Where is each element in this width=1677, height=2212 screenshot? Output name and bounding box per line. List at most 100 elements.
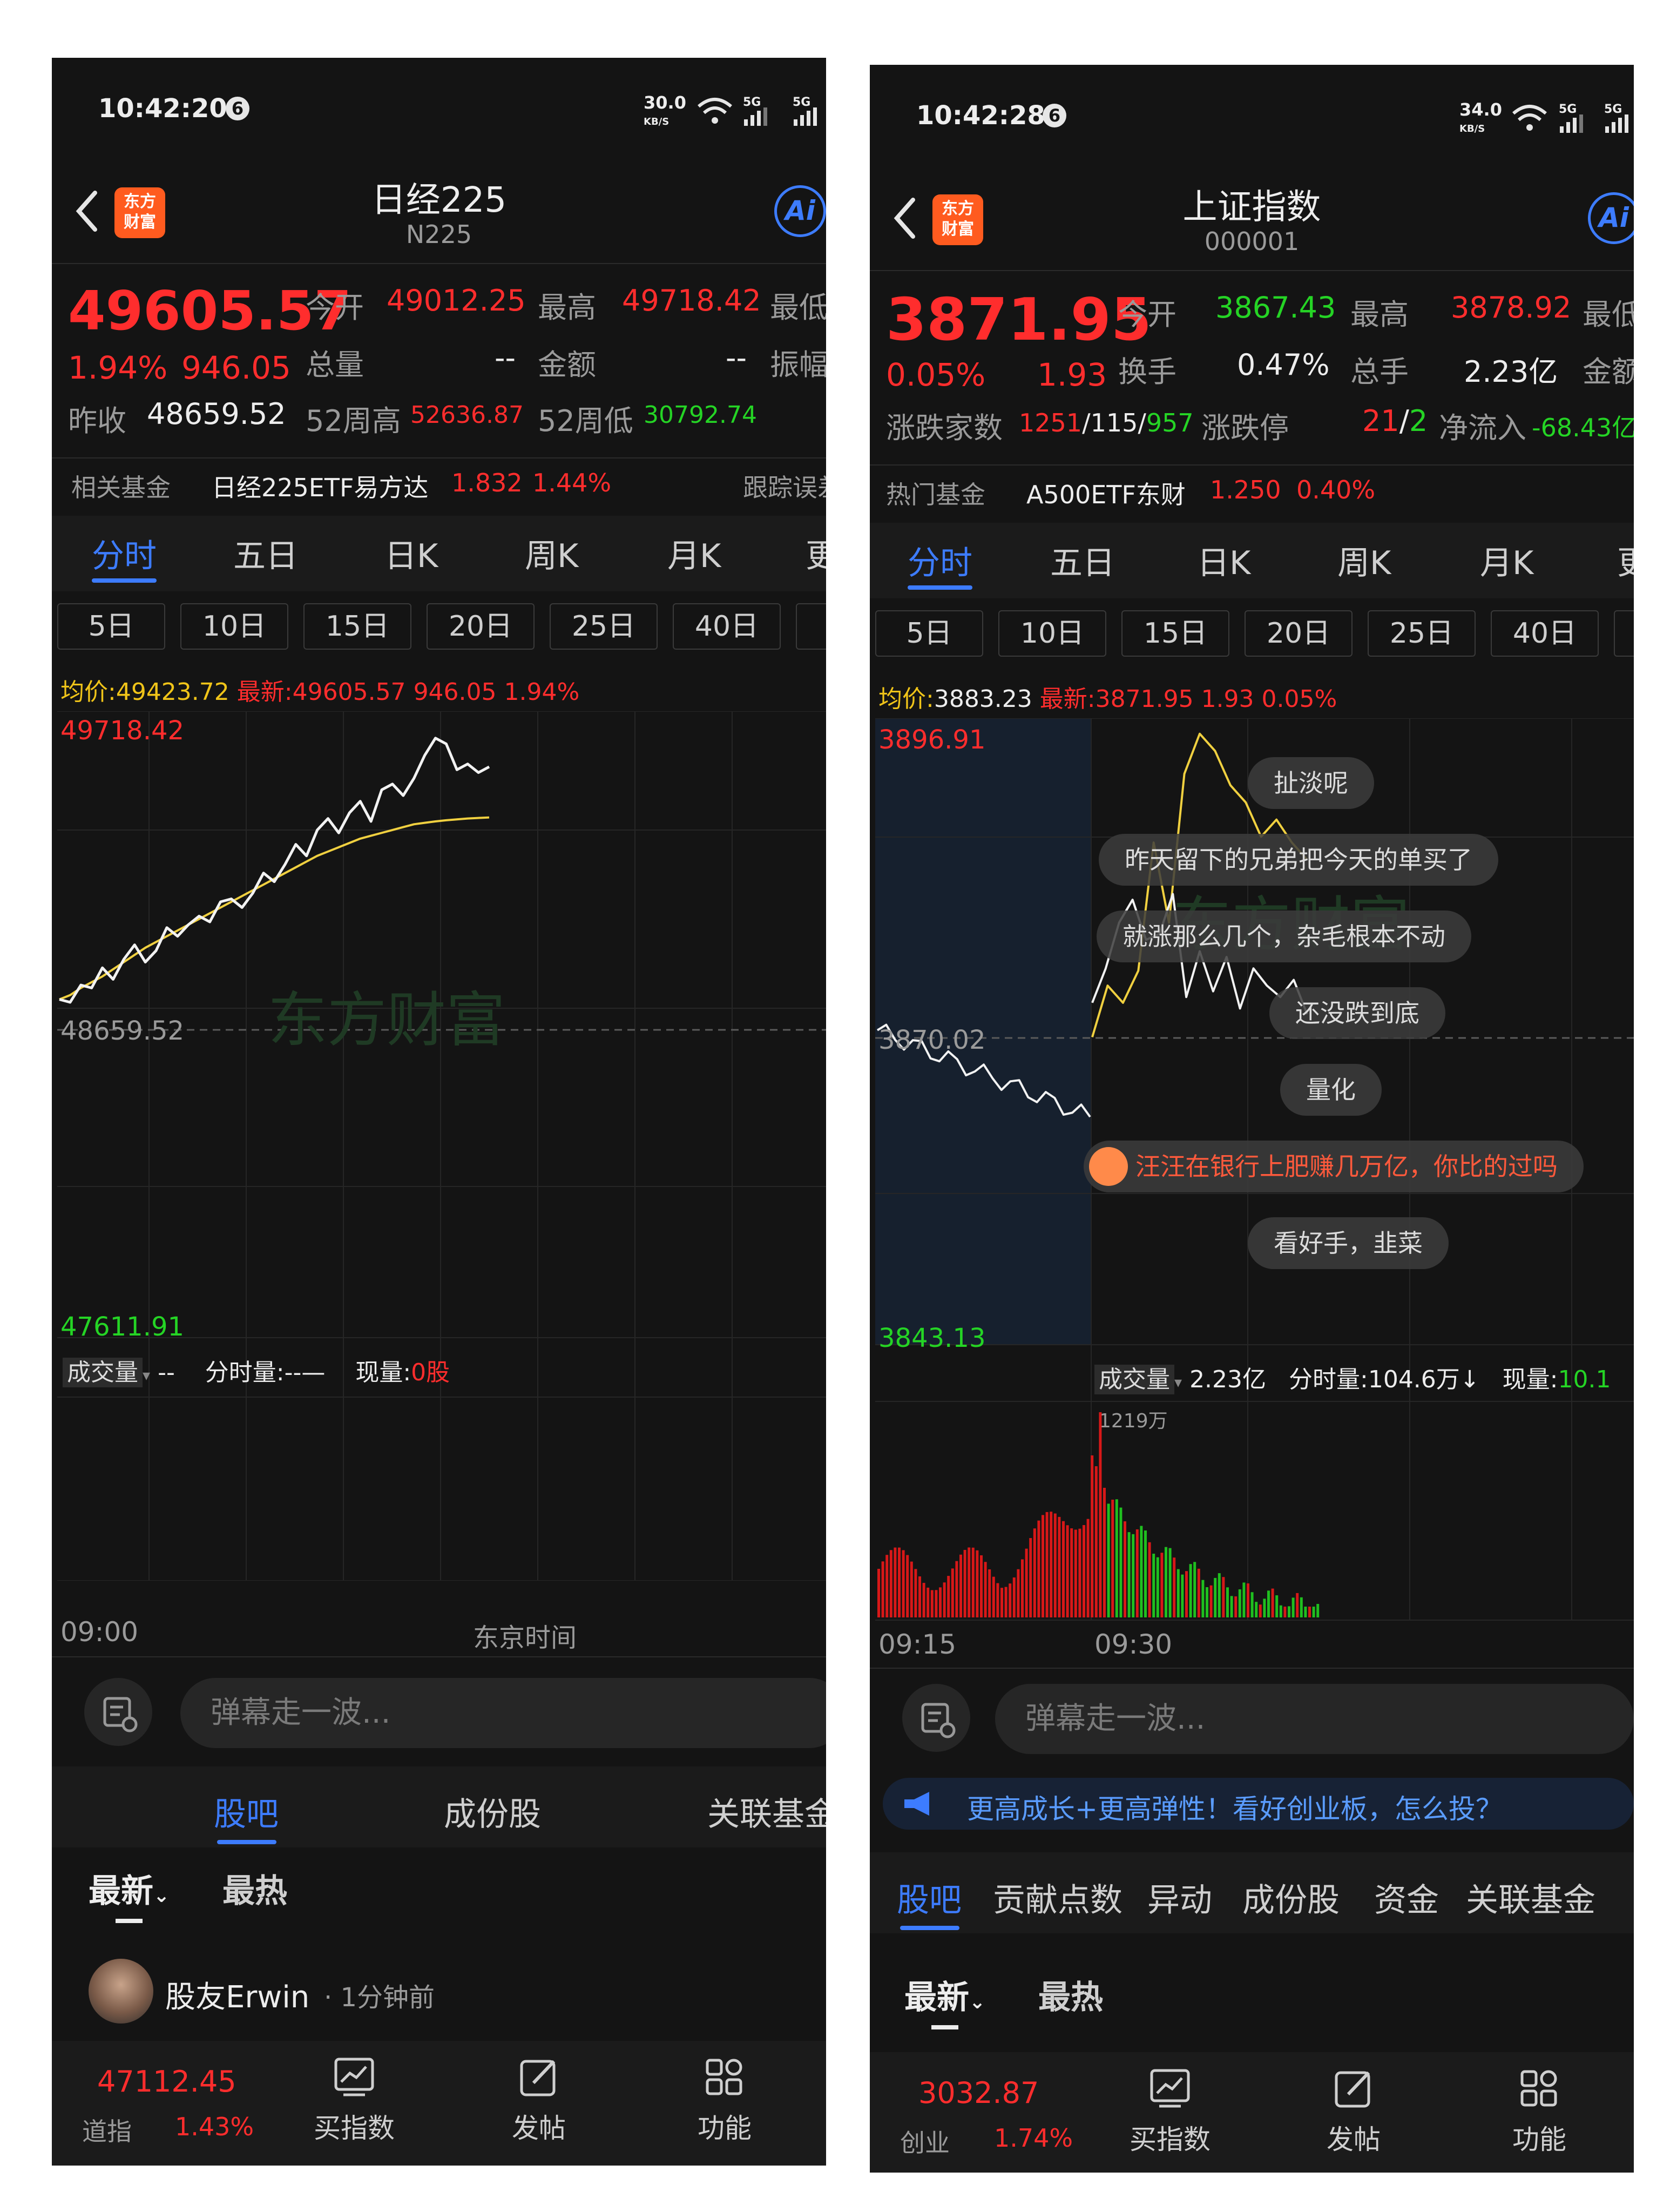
nav-functions[interactable]: 功能 xyxy=(1485,2067,1593,2157)
volume-bar xyxy=(1091,1455,1094,1617)
volume-selector[interactable]: 成交量 xyxy=(63,1358,143,1387)
volume-bar xyxy=(1058,1516,1061,1617)
danmaku-bubble: 看好手，韭菜 xyxy=(1248,1217,1449,1269)
nav-post[interactable]: 发帖 xyxy=(485,2056,593,2146)
tab-daily-k[interactable]: 日K xyxy=(1197,537,1250,584)
nav-post[interactable]: 发帖 xyxy=(1300,2067,1408,2157)
volume-bar xyxy=(1009,1583,1012,1617)
pill-5d[interactable]: 5日 xyxy=(57,603,165,650)
nav-buy-index[interactable]: 买指数 xyxy=(1116,2067,1224,2157)
pill-15d[interactable]: 15日 xyxy=(1121,610,1229,657)
avatar[interactable] xyxy=(89,1959,153,2024)
tab-more[interactable]: 更 xyxy=(806,530,826,577)
tab-movers[interactable]: 异动 xyxy=(1147,1874,1212,1921)
tab-monthly-k[interactable]: 月K xyxy=(667,530,721,577)
volume-bar xyxy=(1025,1548,1028,1617)
tab-monthly-k[interactable]: 月K xyxy=(1480,537,1533,584)
sort-latest[interactable]: 最新⌄ xyxy=(89,1865,170,1912)
tab-5day[interactable]: 五日 xyxy=(233,530,298,577)
danmaku-input[interactable]: 弹幕走一波... xyxy=(995,1684,1634,1754)
nav-functions[interactable]: 功能 xyxy=(671,2056,779,2146)
volume-bar xyxy=(922,1583,925,1617)
tab-intraday[interactable]: 分时 xyxy=(908,537,972,584)
wifi-icon xyxy=(698,98,732,124)
tab-5day[interactable]: 五日 xyxy=(1050,537,1115,584)
watermark: 东方财富 xyxy=(268,987,505,1054)
grid-icon xyxy=(1520,2070,1557,2107)
volume-bar xyxy=(1083,1525,1085,1617)
sort-hot[interactable]: 最热 xyxy=(1038,1971,1103,2018)
pill-25d[interactable]: 25日 xyxy=(1368,610,1476,657)
user-emoji-icon xyxy=(1089,1147,1128,1186)
danmaku-toggle[interactable] xyxy=(902,1684,970,1752)
volume-bar xyxy=(1160,1553,1164,1617)
last-price: 3871.95 xyxy=(886,286,1152,354)
fund-name[interactable]: A500ETF东财 xyxy=(1026,475,1186,511)
danmaku-toggle[interactable] xyxy=(84,1678,152,1746)
net-speed: 30.0 KB/S xyxy=(644,92,686,127)
tab-capital[interactable]: 资金 xyxy=(1374,1874,1439,1921)
volume-bar xyxy=(1193,1562,1196,1617)
pill-10d[interactable]: 10日 xyxy=(180,603,288,650)
volume-selector[interactable]: 成交量 xyxy=(1094,1365,1174,1394)
pill-40d[interactable]: 40日 xyxy=(1491,610,1599,657)
tab-components[interactable]: 成份股 xyxy=(444,1788,541,1835)
pill-20d[interactable]: 20日 xyxy=(427,603,535,650)
sort-hot[interactable]: 最热 xyxy=(222,1865,287,1912)
nav-index-name[interactable]: 创业 xyxy=(900,2123,950,2159)
divider xyxy=(52,1656,826,1657)
week52-low-label: 52周低 xyxy=(538,404,633,438)
tab-more[interactable]: 更 xyxy=(1617,537,1634,584)
volume-bar xyxy=(947,1576,950,1617)
pill-40d[interactable]: 40日 xyxy=(673,603,781,650)
tab-weekly-k[interactable]: 周K xyxy=(1337,537,1391,584)
signal-icon xyxy=(744,107,767,126)
danmaku-input[interactable]: 弹幕走一波... xyxy=(180,1678,826,1748)
nav-index-value[interactable]: 3032.87 xyxy=(918,2076,1039,2110)
high-label: 最高 xyxy=(1350,298,1409,332)
ai-assistant-button[interactable]: Ai xyxy=(1588,192,1634,244)
intraday-chart[interactable]: 东方财富 xyxy=(52,711,826,1581)
fund-label: 相关基金 xyxy=(71,473,171,502)
sort-underline xyxy=(116,1919,143,1923)
advance-decline-label: 涨跌家数 xyxy=(886,411,1003,445)
pill-10d[interactable]: 10日 xyxy=(998,610,1106,657)
nav-index-name[interactable]: 道指 xyxy=(82,2112,132,2148)
tab-related-funds[interactable]: 关联基金 xyxy=(707,1788,826,1835)
tab-intraday[interactable]: 分时 xyxy=(92,530,157,577)
tab-guba[interactable]: 股吧 xyxy=(897,1874,962,1921)
volume-bar xyxy=(1165,1547,1167,1617)
tab-related-funds[interactable]: 关联基金 xyxy=(1466,1874,1595,1921)
notification-badge: 6 xyxy=(226,97,249,120)
promo-banner[interactable]: 更高成长+更高弹性！看好创业板，怎么投？ xyxy=(883,1778,1634,1830)
volume-bar xyxy=(1074,1529,1077,1617)
pill-15d[interactable]: 15日 xyxy=(303,603,411,650)
volume-bar xyxy=(1094,1466,1098,1617)
tab-components[interactable]: 成份股 xyxy=(1242,1874,1340,1921)
open-value: 3867.43 xyxy=(1215,291,1336,325)
megaphone-icon xyxy=(904,1792,929,1816)
chart-legend: 均价:3883.23 最新:3871.95 1.93 0.05% xyxy=(878,685,1337,713)
tab-daily-k[interactable]: 日K xyxy=(384,530,438,577)
volume-bar xyxy=(1242,1582,1246,1617)
post-username[interactable]: 股友Erwin xyxy=(165,1973,309,2017)
danmaku-icon xyxy=(103,1697,138,1732)
pill-20d[interactable]: 20日 xyxy=(1245,610,1353,657)
high-value: 49718.42 xyxy=(622,284,761,318)
nav-index-value[interactable]: 47112.45 xyxy=(97,2065,236,2099)
pill-more[interactable]: 5 xyxy=(1614,610,1634,657)
volume-header: 成交量 ▾ -- 分时量:--— 现量:0股 xyxy=(63,1353,450,1387)
pill-25d[interactable]: 25日 xyxy=(550,603,658,650)
sort-latest[interactable]: 最新⌄ xyxy=(904,1971,985,2018)
tab-guba[interactable]: 股吧 xyxy=(214,1788,279,1835)
pill-5d[interactable]: 5日 xyxy=(875,610,983,657)
ai-assistant-button[interactable]: Ai xyxy=(774,185,826,237)
nav-buy-index[interactable]: 买指数 xyxy=(300,2056,408,2146)
pill-more[interactable]: 5 xyxy=(796,603,826,650)
tab-contribution[interactable]: 贡献点数 xyxy=(993,1874,1122,1921)
tab-weekly-k[interactable]: 周K xyxy=(525,530,578,577)
change-amount: 946.05 xyxy=(181,349,291,386)
volume-bar xyxy=(1000,1588,1003,1617)
volume-bar xyxy=(1312,1607,1315,1617)
fund-name[interactable]: 日经225ETF易方达 xyxy=(212,468,428,504)
